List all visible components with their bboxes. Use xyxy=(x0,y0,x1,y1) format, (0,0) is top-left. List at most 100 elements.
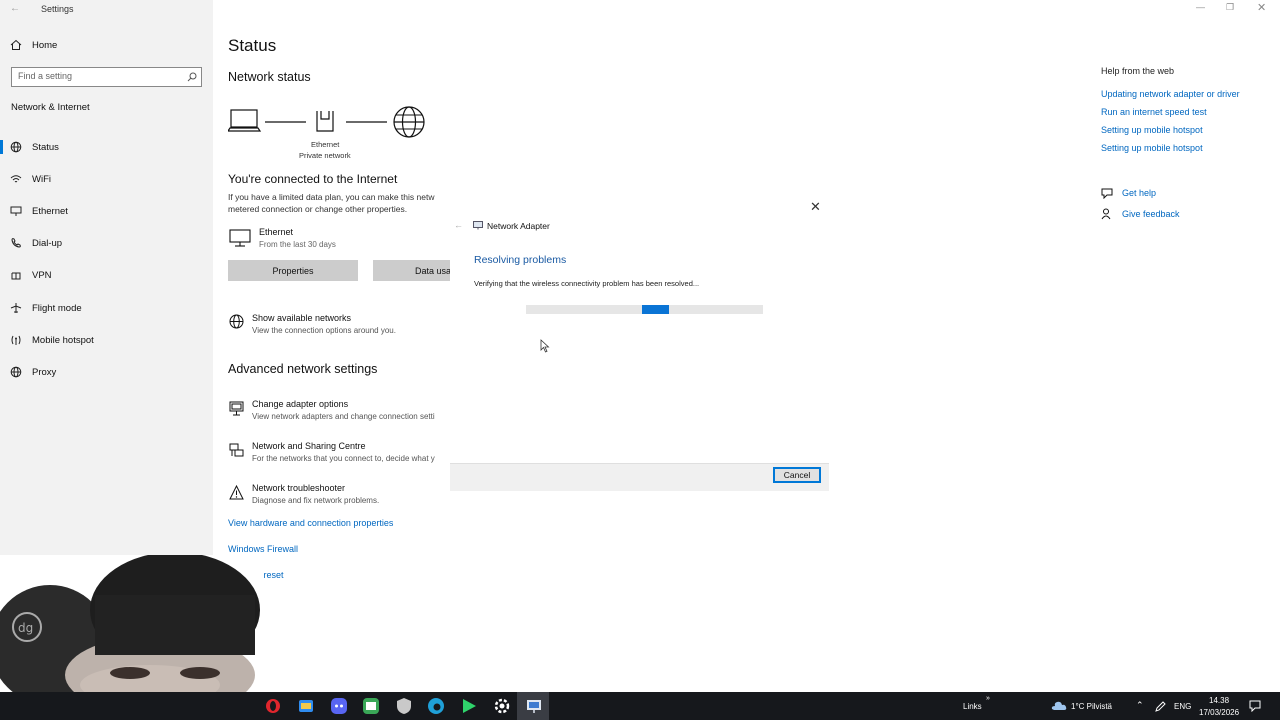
search-input[interactable]: Find a setting xyxy=(11,67,202,87)
hotspot-icon xyxy=(11,335,21,345)
show-networks-title[interactable]: Show available networks xyxy=(252,313,351,323)
ethernet-icon xyxy=(10,206,22,216)
dialog-title: Network Adapter xyxy=(487,221,550,231)
weather-text[interactable]: 1°C Pilvistä xyxy=(1071,702,1112,711)
sidebar-item-status[interactable]: Status xyxy=(0,136,213,158)
sidebar-item-wifi[interactable]: WiFi xyxy=(0,168,213,190)
wifi-icon xyxy=(10,175,22,183)
feedback-icon xyxy=(1101,208,1111,220)
sidebar-item-label: WiFi xyxy=(32,173,51,185)
files-icon[interactable] xyxy=(297,697,315,715)
globe-icon xyxy=(10,366,22,378)
give-feedback-link[interactable]: Give feedback xyxy=(1122,209,1180,219)
search-icon[interactable] xyxy=(187,72,197,82)
sidebar-item-label: Status xyxy=(32,141,59,153)
vpn-icon xyxy=(11,272,21,280)
links-toolbar[interactable]: Links xyxy=(963,702,982,711)
sidebar-item-mobile-hotspot[interactable]: Mobile hotspot xyxy=(0,329,213,351)
dialup-icon xyxy=(11,238,21,248)
help-link[interactable]: Setting up mobile hotspot xyxy=(1101,143,1203,153)
discord-icon[interactable] xyxy=(330,697,348,715)
ethernet-usage-period: From the last 30 days xyxy=(259,240,336,249)
help-link[interactable]: Run an internet speed test xyxy=(1101,107,1207,117)
network-troubleshooter-title[interactable]: Network troubleshooter xyxy=(252,483,345,493)
sidebar-item-label: VPN xyxy=(32,269,52,281)
ethernet-name: Ethernet xyxy=(259,227,294,237)
show-networks-subtitle: View the connection options around you. xyxy=(252,326,396,335)
troubleshooter-icon[interactable] xyxy=(525,697,543,715)
taskbar: Links » 1°C Pilvistä ⌃ ENG 14.38 17/03/2… xyxy=(0,692,1280,720)
chevron-right-icon[interactable]: » xyxy=(986,695,990,702)
chevron-up-icon[interactable]: ⌃ xyxy=(1136,700,1144,711)
clock-time[interactable]: 14.38 xyxy=(1209,696,1229,705)
opera-icon[interactable] xyxy=(264,697,282,715)
close-window-button[interactable]: ✕ xyxy=(1257,1,1266,14)
data-plan-text: If you have a limited data plan, you can… xyxy=(228,192,435,202)
available-networks-icon xyxy=(229,314,244,329)
clock-date[interactable]: 17/03/2026 xyxy=(1199,708,1239,717)
globe-icon xyxy=(10,141,22,153)
sidebar-item-flight-mode[interactable]: Flight mode xyxy=(0,297,213,319)
sidebar-item-vpn[interactable]: VPN xyxy=(0,264,213,286)
edge-icon[interactable] xyxy=(427,697,445,715)
sharing-centre-title[interactable]: Network and Sharing Centre xyxy=(252,441,366,451)
back-arrow-icon[interactable]: ← xyxy=(10,3,20,14)
network-type-label: Private network xyxy=(299,151,351,160)
webcam-overlay: dg xyxy=(0,555,262,692)
sidebar-item-dial-up[interactable]: Dial-up xyxy=(0,232,213,254)
progress-bar xyxy=(526,305,763,314)
sidebar-item-label: Mobile hotspot xyxy=(32,334,94,346)
pen-icon[interactable] xyxy=(1154,701,1166,712)
windows-firewall-link[interactable]: Windows Firewall xyxy=(228,544,298,554)
back-arrow-icon[interactable]: ← xyxy=(454,220,463,230)
laptop-icon xyxy=(228,109,262,132)
mouse-cursor-icon xyxy=(540,339,550,353)
network-adapter-icon xyxy=(473,221,483,230)
data-usage-button[interactable]: Data usa xyxy=(373,260,450,281)
page-title: Status xyxy=(228,36,277,55)
help-heading: Help from the web xyxy=(1101,66,1175,76)
dialog-footer xyxy=(450,463,829,491)
hardware-properties-link[interactable]: View hardware and connection properties xyxy=(228,518,393,528)
cloud-icon xyxy=(1051,701,1067,710)
change-adapter-options-title[interactable]: Change adapter options xyxy=(252,399,348,409)
sidebar-item-label: Home xyxy=(32,39,58,51)
notification-icon[interactable] xyxy=(1249,700,1261,712)
minimize-button[interactable]: — xyxy=(1196,2,1205,12)
internet-globe-icon xyxy=(393,106,425,138)
progress-indicator xyxy=(642,305,669,314)
airplane-icon xyxy=(10,303,22,313)
play-icon[interactable] xyxy=(460,697,478,715)
svg-text:dg: dg xyxy=(18,621,33,635)
sidebar-item-label: Flight mode xyxy=(32,302,82,314)
troubleshooter-dialog: ✕ ← Network Adapter Resolving problems V… xyxy=(450,195,829,491)
help-link[interactable]: Setting up mobile hotspot xyxy=(1101,125,1203,135)
dialog-heading: Resolving problems xyxy=(474,254,567,266)
search-placeholder: Find a setting xyxy=(18,71,73,81)
properties-button[interactable]: Properties xyxy=(228,260,358,281)
terminal-icon[interactable] xyxy=(362,697,380,715)
sidebar-item-ethernet[interactable]: Ethernet xyxy=(0,200,213,222)
ethernet-adapter-icon xyxy=(229,229,251,247)
settings-icon[interactable] xyxy=(493,697,511,715)
cancel-button[interactable]: Cancel xyxy=(773,467,821,483)
get-help-link[interactable]: Get help xyxy=(1122,188,1156,198)
connection-status-heading: You're connected to the Internet xyxy=(228,172,398,186)
language-indicator[interactable]: ENG xyxy=(1174,702,1191,711)
ethernet-port-icon xyxy=(316,111,334,132)
home-icon xyxy=(10,39,22,50)
shield-icon[interactable] xyxy=(395,697,413,715)
sidebar-item-home[interactable]: Home xyxy=(0,34,213,56)
change-adapter-options-subtitle: View network adapters and change connect… xyxy=(252,412,435,421)
active-indicator xyxy=(0,140,3,154)
sidebar-item-proxy[interactable]: Proxy xyxy=(0,361,213,383)
network-status-heading: Network status xyxy=(228,70,311,84)
advanced-settings-heading: Advanced network settings xyxy=(228,362,378,376)
network-troubleshooter-subtitle: Diagnose and fix network problems. xyxy=(252,496,380,505)
dialog-status-text: Verifying that the wireless connectivity… xyxy=(474,279,700,288)
maximize-button[interactable]: ❐ xyxy=(1226,2,1234,13)
close-icon[interactable]: ✕ xyxy=(810,199,821,215)
sharing-centre-icon xyxy=(229,443,244,457)
help-link[interactable]: Updating network adapter or driver xyxy=(1101,89,1240,99)
network-diagram xyxy=(228,106,425,138)
